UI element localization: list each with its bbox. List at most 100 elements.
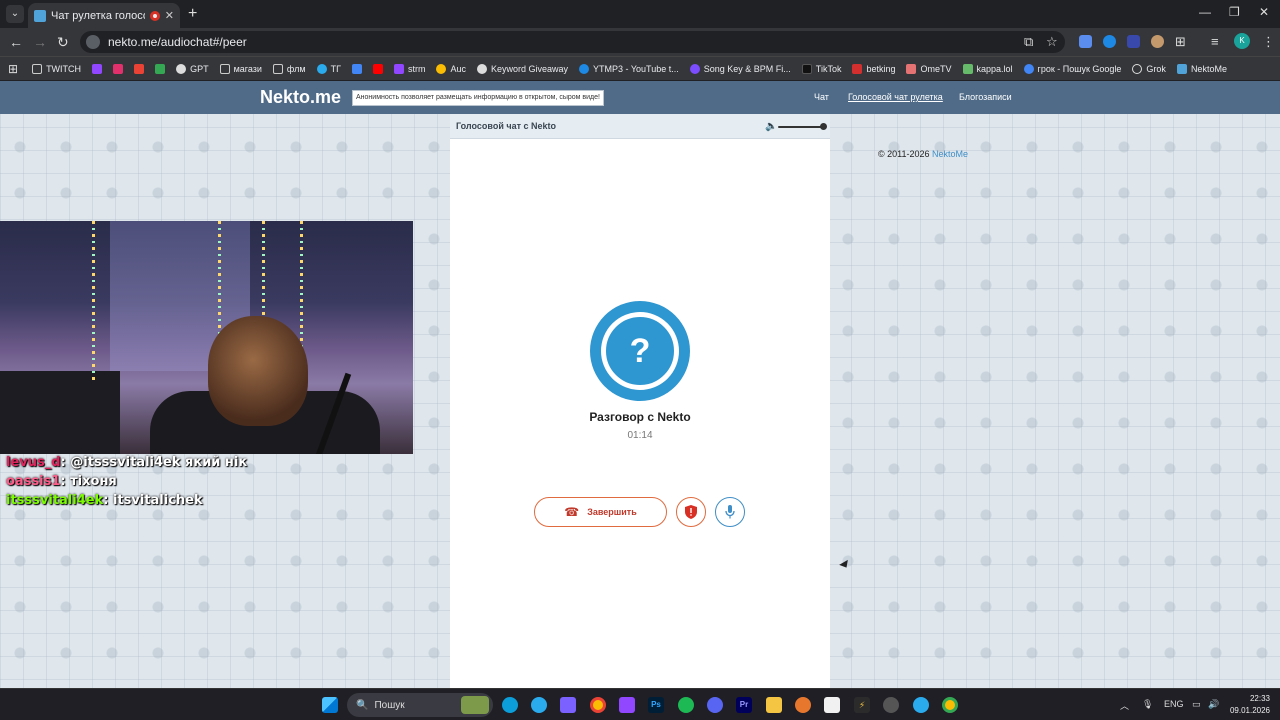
nekto-icon: [1176, 63, 1187, 74]
bookmark-item[interactable]: TWITCH: [32, 63, 81, 74]
fl-studio-icon[interactable]: [795, 697, 811, 713]
tray-microphone-icon[interactable]: 🎙: [1142, 699, 1153, 710]
tab-close-icon[interactable]: ✕: [165, 9, 174, 22]
report-button[interactable]: [676, 497, 706, 527]
bookmark-item[interactable]: OmeTV: [906, 63, 952, 74]
back-button[interactable]: ←: [9, 34, 23, 50]
new-tab-button[interactable]: +: [188, 5, 197, 23]
maximize-button[interactable]: ❐: [1229, 5, 1240, 19]
bookmark-item[interactable]: [92, 63, 103, 74]
apps-grid-icon[interactable]: ⊞: [8, 62, 18, 76]
chat-panel-title: Голосовой чат с Nekto: [456, 121, 557, 131]
extension-icon[interactable]: [1103, 35, 1116, 48]
bookmark-item[interactable]: [113, 63, 124, 74]
start-windows-icon[interactable]: [322, 697, 338, 713]
notepad-icon[interactable]: [824, 697, 840, 713]
extensions-puzzle-icon[interactable]: ⊞: [1175, 34, 1186, 50]
nav-voice-chat-link[interactable]: Голосовой чат рулетка: [848, 92, 943, 102]
site-info-icon[interactable]: [86, 35, 100, 49]
profile-avatar[interactable]: K: [1234, 33, 1250, 49]
app-icon[interactable]: ⚡: [854, 697, 870, 713]
reload-button[interactable]: ↻: [57, 34, 69, 50]
bookmark-item[interactable]: Grok: [1132, 63, 1166, 74]
bookmark-item[interactable]: GPT: [176, 63, 209, 74]
minimize-button[interactable]: —: [1199, 5, 1211, 19]
twitch-icon[interactable]: [619, 697, 635, 713]
forward-button[interactable]: →: [33, 34, 47, 50]
bookmark-item[interactable]: [351, 63, 362, 74]
close-window-button[interactable]: ✕: [1259, 5, 1269, 19]
telegram-icon[interactable]: [531, 697, 547, 713]
ytmp3-icon: [579, 63, 590, 74]
twitch-icon: [393, 63, 404, 74]
address-toolbar: ← → ↻ nekto.me/audiochat#/peer ⧉ ☆ ⊞ ≡ K…: [0, 28, 1280, 56]
kappa-icon: [962, 63, 973, 74]
file-explorer-icon[interactable]: [766, 697, 782, 713]
bookmark-item[interactable]: strm: [393, 63, 425, 74]
site-header: Nekto.me Анонимность позволяет размещать…: [0, 81, 1280, 114]
bookmark-item[interactable]: betking: [852, 63, 895, 74]
bookmark-item[interactable]: [155, 63, 166, 74]
question-mark-icon: ?: [601, 312, 679, 390]
bookmark-folder[interactable]: магази: [219, 63, 262, 74]
peer-avatar: ?: [590, 301, 690, 401]
browser-tab-active[interactable]: Чат рулетка голосовая — I ✕: [28, 3, 180, 28]
volume-slider-track[interactable]: [778, 126, 824, 128]
end-call-button[interactable]: ☎ Завершить: [534, 497, 667, 527]
extension-icon[interactable]: [1151, 35, 1164, 48]
network-icon[interactable]: ▭: [1192, 699, 1201, 710]
twitch-icon: [92, 63, 103, 74]
youtube-icon: [372, 63, 383, 74]
tray-overflow-icon[interactable]: ︿: [1120, 699, 1129, 712]
webcam-overlay: [0, 221, 413, 454]
edge-icon[interactable]: [502, 697, 518, 713]
bookmark-item[interactable]: TikTok: [801, 63, 841, 74]
bookmark-item[interactable]: [372, 63, 383, 74]
media-control-icon[interactable]: ≡: [1211, 34, 1219, 49]
nav-chat-link[interactable]: Чат: [814, 92, 829, 102]
bookmark-star-icon[interactable]: ☆: [1046, 34, 1058, 50]
browser-menu-icon[interactable]: ⋮: [1262, 34, 1275, 50]
bookmark-item[interactable]: [134, 63, 145, 74]
bookmark-folder[interactable]: флм: [272, 63, 306, 74]
photoshop-icon[interactable]: Ps: [648, 697, 664, 713]
spotify-icon[interactable]: [678, 697, 694, 713]
system-clock[interactable]: 22:33 09.01.2026: [1228, 693, 1270, 717]
telegram-icon[interactable]: [913, 697, 929, 713]
obs-icon[interactable]: [883, 697, 899, 713]
taskbar-search[interactable]: 🔍 Пошук: [347, 693, 493, 717]
bookmark-item[interactable]: YTMP3 - YouTube t...: [579, 63, 679, 74]
betking-icon: [852, 63, 863, 74]
nav-blog-link[interactable]: Блогозаписи: [959, 92, 1012, 102]
install-app-icon[interactable]: ⧉: [1024, 34, 1033, 50]
volume-icon[interactable]: 🔈: [765, 121, 777, 132]
webcam-desk: [0, 371, 120, 454]
chrome-icon[interactable]: [590, 697, 606, 713]
chat-username: oassis1: [6, 474, 61, 489]
chat-text: : @itsssvitali4ek який нік: [60, 455, 248, 470]
premiere-icon[interactable]: Pr: [736, 697, 752, 713]
microphone-toggle-button[interactable]: [715, 497, 745, 527]
extension-icon[interactable]: [1127, 35, 1140, 48]
discord-icon[interactable]: [707, 697, 723, 713]
bookmark-item[interactable]: Song Key & BPM Fi...: [689, 63, 791, 74]
language-indicator[interactable]: ENG: [1164, 699, 1184, 709]
tab-search-button[interactable]: ⌄: [6, 5, 24, 23]
bookmark-item[interactable]: NektoMe: [1176, 63, 1227, 74]
chat-text: : тіхоня: [60, 474, 117, 489]
chrome-active-icon[interactable]: [942, 697, 958, 713]
bookmark-item[interactable]: kappa.lol: [962, 63, 1013, 74]
ometv-icon: [906, 63, 917, 74]
translate-extension-icon[interactable]: [1079, 35, 1092, 48]
anonymity-notice: Анонимность позволяет размещать информац…: [352, 90, 604, 106]
volume-slider-handle[interactable]: [820, 123, 827, 130]
address-bar[interactable]: nekto.me/audiochat#/peer: [80, 31, 1065, 53]
bookmark-item[interactable]: ТГ: [316, 63, 341, 74]
volume-tray-icon[interactable]: 🔊: [1208, 699, 1219, 710]
bookmark-item[interactable]: Auc: [436, 63, 466, 74]
copilot-icon[interactable]: [560, 697, 576, 713]
nektome-link[interactable]: NektoMe: [932, 149, 968, 159]
site-logo[interactable]: Nekto.me: [260, 87, 341, 108]
bookmark-item[interactable]: грок - Пошук Google: [1023, 63, 1121, 74]
bookmark-item[interactable]: Keyword Giveaway: [476, 63, 568, 74]
